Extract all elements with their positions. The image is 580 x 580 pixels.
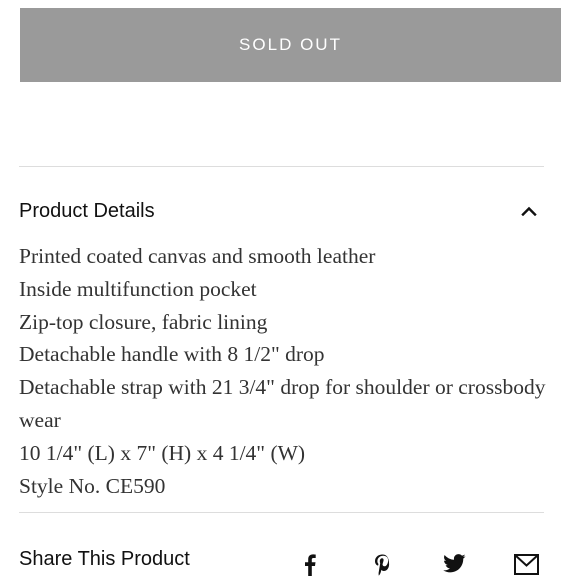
sold-out-button[interactable]: SOLD OUT [20, 8, 561, 82]
divider [19, 512, 544, 513]
product-details-title: Product Details [19, 199, 155, 222]
chevron-up-icon[interactable] [518, 200, 540, 222]
list-item: Style No. CE590 [19, 473, 166, 498]
share-section: Share This Product [19, 546, 564, 580]
product-details-toggle[interactable]: Product Details [19, 194, 544, 228]
divider [19, 166, 544, 167]
list-item: Detachable strap with 21 3/4" drop for s… [19, 375, 546, 432]
list-item: 10 1/4" (L) x 7" (H) x 4 1/4" (W) [19, 440, 306, 465]
list-item: Detachable handle with 8 1/2" drop [19, 342, 325, 367]
list-item: Printed coated canvas and smooth leather [19, 244, 376, 268]
twitter-icon[interactable] [442, 554, 466, 580]
facebook-icon[interactable] [300, 554, 320, 580]
share-title: Share This Product [19, 548, 190, 570]
pinterest-icon[interactable] [370, 554, 394, 580]
product-details-list: Printed coated canvas and smooth leather… [19, 240, 549, 502]
list-item: Zip-top closure, fabric lining [19, 309, 268, 334]
email-icon[interactable] [513, 554, 539, 580]
list-item: Inside multifunction pocket [19, 276, 257, 301]
